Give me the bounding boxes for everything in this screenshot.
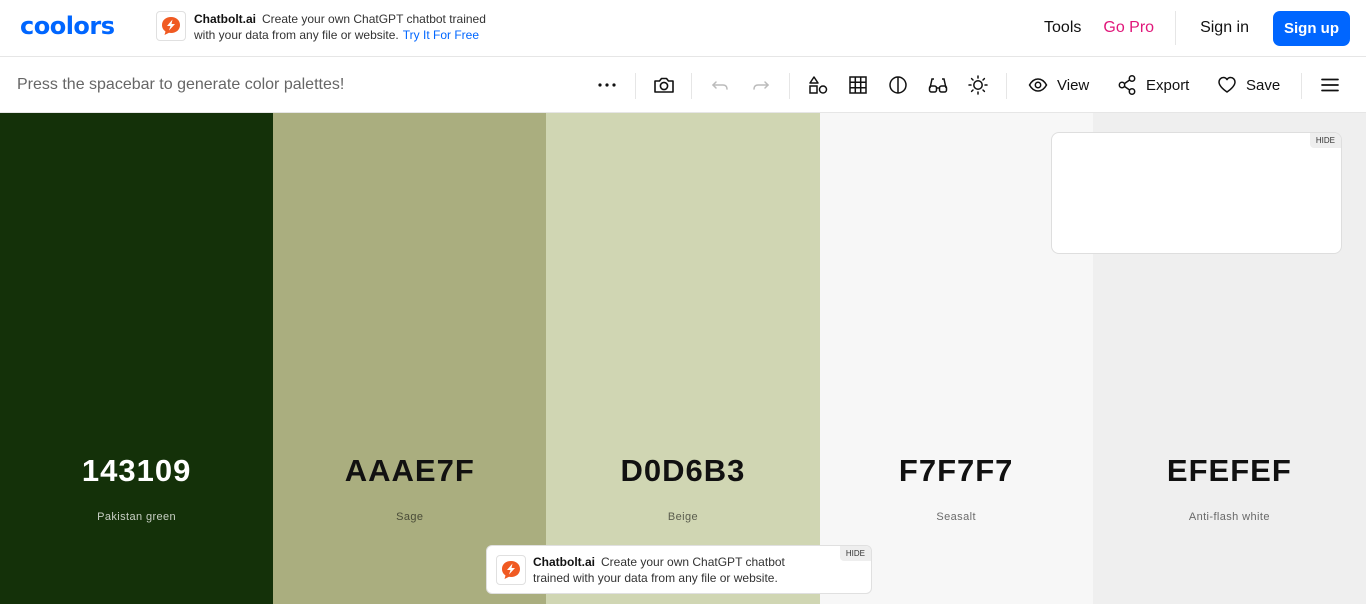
swatch-hex-code[interactable]: F7F7F7 bbox=[820, 453, 1093, 489]
top-header: coolors Chatbolt.ai Create your own ChatG… bbox=[0, 0, 1366, 57]
toolbar-divider bbox=[691, 73, 692, 99]
share-icon bbox=[1118, 75, 1136, 95]
top-ad-line1: Create your own ChatGPT chatbot trained bbox=[262, 12, 486, 26]
menu-icon[interactable] bbox=[1320, 73, 1340, 97]
view-label: View bbox=[1057, 76, 1090, 94]
glasses-icon[interactable] bbox=[927, 73, 949, 97]
toolbar-divider bbox=[635, 73, 636, 99]
undo-icon[interactable] bbox=[710, 73, 730, 97]
side-ad-hide-button[interactable]: HIDE bbox=[1309, 133, 1341, 148]
bottom-ad-line2: trained with your data from any file or … bbox=[533, 571, 778, 585]
top-ad-banner[interactable]: Chatbolt.ai Create your own ChatGPT chatb… bbox=[156, 11, 514, 43]
swatch-hex-code[interactable]: AAAE7F bbox=[273, 453, 546, 489]
bottom-ad-banner[interactable]: Chatbolt.ai Create your own ChatGPT chatb… bbox=[486, 545, 872, 594]
bottom-ad-text: Chatbolt.ai Create your own ChatGPT chatb… bbox=[533, 554, 833, 586]
color-swatch[interactable]: AAAE7F Sage bbox=[273, 113, 547, 604]
shapes-icon[interactable] bbox=[807, 73, 829, 97]
contrast-icon[interactable] bbox=[887, 73, 909, 97]
more-icon[interactable] bbox=[597, 73, 617, 97]
top-ad-line2: with your data from any file or website. bbox=[194, 28, 399, 42]
top-ad-text: Chatbolt.ai Create your own ChatGPT chatb… bbox=[194, 11, 514, 43]
swatch-hex-code[interactable]: 143109 bbox=[0, 453, 273, 489]
color-swatch[interactable]: D0D6B3 Beige bbox=[546, 113, 820, 604]
eye-icon bbox=[1028, 78, 1048, 92]
camera-icon[interactable] bbox=[653, 73, 675, 97]
color-swatch[interactable]: 143109 Pakistan green bbox=[0, 113, 274, 604]
swatch-hex-code[interactable]: EFEFEF bbox=[1093, 453, 1366, 489]
sun-icon[interactable] bbox=[967, 73, 989, 97]
save-button[interactable]: Save bbox=[1217, 73, 1280, 97]
save-label: Save bbox=[1246, 76, 1281, 94]
nav-tools[interactable]: Tools bbox=[1044, 19, 1081, 37]
bottom-ad-brand: Chatbolt.ai bbox=[533, 555, 595, 569]
spacebar-hint: Press the spacebar to generate color pal… bbox=[17, 76, 345, 93]
bottom-ad-hide-button[interactable]: HIDE bbox=[839, 546, 871, 561]
heart-icon bbox=[1218, 76, 1236, 93]
nav-divider bbox=[1175, 11, 1177, 45]
swatch-hex-code[interactable]: D0D6B3 bbox=[546, 453, 819, 489]
swatch-color-name: Beige bbox=[667, 511, 699, 523]
toolbar-divider bbox=[789, 73, 790, 99]
export-button[interactable]: Export bbox=[1117, 73, 1189, 97]
grid-icon[interactable] bbox=[847, 73, 869, 97]
coolors-logo[interactable]: coolors bbox=[20, 12, 115, 40]
toolbar-divider bbox=[1301, 73, 1302, 99]
bottom-ad-line1: Create your own ChatGPT chatbot bbox=[601, 555, 785, 569]
swatch-color-name: Sage bbox=[396, 511, 424, 523]
generator-toolbar: Press the spacebar to generate color pal… bbox=[0, 57, 1366, 113]
chatbolt-logo-icon bbox=[496, 555, 526, 585]
view-button[interactable]: View bbox=[1028, 73, 1089, 97]
swatch-color-name: Pakistan green bbox=[97, 511, 177, 523]
toolbar-divider bbox=[1006, 73, 1007, 99]
nav-right: Tools Go Pro Sign in Sign up bbox=[1020, 10, 1350, 46]
nav-go-pro[interactable]: Go Pro bbox=[1103, 19, 1154, 37]
swatch-color-name: Anti-flash white bbox=[1188, 511, 1270, 523]
chatbolt-logo-icon bbox=[156, 11, 186, 41]
top-ad-cta-link[interactable]: Try It For Free bbox=[403, 28, 479, 42]
side-ad-card: HIDE bbox=[1051, 132, 1342, 254]
redo-icon[interactable] bbox=[751, 73, 771, 97]
export-label: Export bbox=[1146, 76, 1190, 94]
sign-up-button[interactable]: Sign up bbox=[1273, 10, 1350, 46]
nav-sign-in[interactable]: Sign in bbox=[1200, 19, 1249, 37]
top-ad-brand: Chatbolt.ai bbox=[194, 12, 256, 26]
swatch-color-name: Seasalt bbox=[936, 511, 976, 523]
